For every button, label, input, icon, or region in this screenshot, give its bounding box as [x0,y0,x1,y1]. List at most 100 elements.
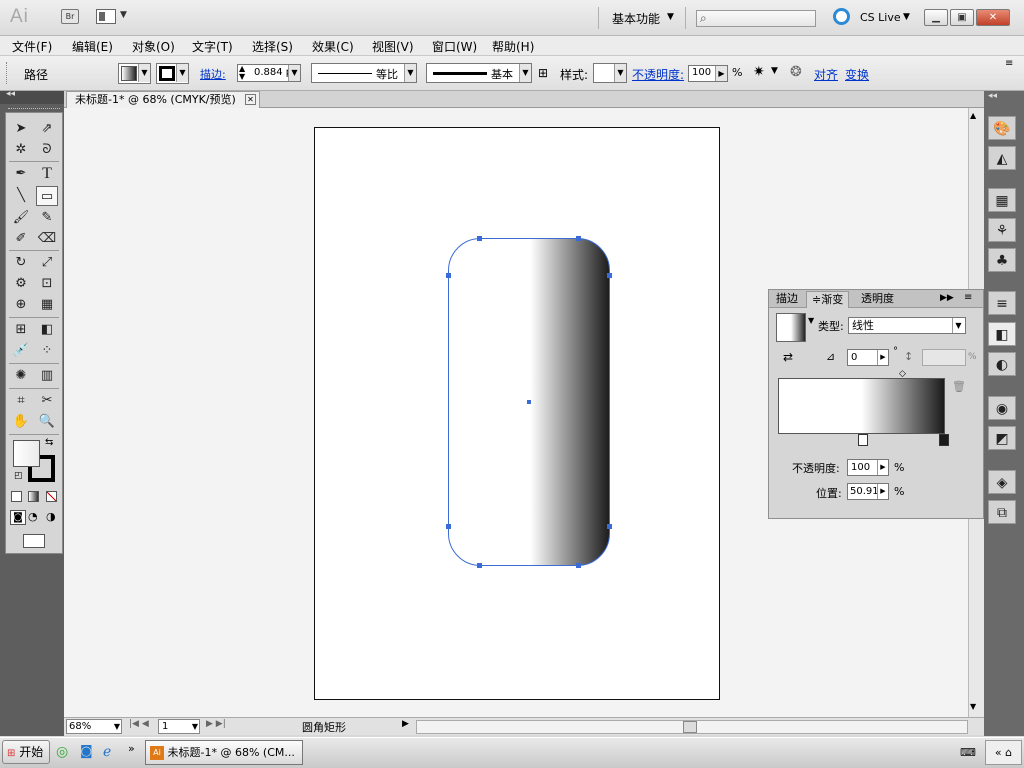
chrome-icon[interactable]: ◎ [56,744,68,760]
menu-select[interactable]: 选择(S) [252,38,293,55]
rotate-tool-icon[interactable]: ↻ [10,253,32,273]
tools-grip[interactable] [8,108,60,111]
pencil-tool-icon[interactable]: ✎ [36,208,58,228]
menu-object[interactable]: 对象(O) [132,38,175,55]
horizontal-scrollbar[interactable] [416,720,968,734]
artboard-number-field[interactable]: 1 ▼ [158,719,200,734]
fill-swatch[interactable]: ▼ [118,63,151,84]
screen-mode-icon[interactable] [23,534,45,548]
gradient-thumbnail[interactable] [776,313,806,342]
none-mode-icon[interactable] [46,491,57,502]
chevron-down-icon[interactable]: ▼ [667,12,674,22]
more-icon[interactable]: » [128,742,135,755]
menu-help[interactable]: 帮助(H) [492,38,534,55]
cs-live-icon[interactable] [833,8,850,25]
warp-tool-icon[interactable]: ⚙ [10,274,32,294]
ie-icon[interactable]: ℯ [103,744,111,760]
gradient-type-select[interactable]: 线性 ▼ [848,317,966,334]
menu-type[interactable]: 文字(T) [192,38,233,55]
stroke-link[interactable]: 描边: [200,66,226,82]
close-button[interactable]: ✕ [976,9,1010,26]
blob-brush-tool-icon[interactable]: ✐ [10,229,32,249]
brush-definition[interactable]: 基本 ▼ [426,63,532,83]
chevron-down-icon[interactable]: ▼ [952,318,964,333]
close-icon[interactable]: ✕ [245,94,256,105]
chevron-down-icon[interactable]: ▼ [614,64,626,82]
default-colors-icon[interactable]: ◰ [14,471,23,481]
stroke-panel-icon[interactable]: ≡ [988,291,1016,315]
arrange-documents-icon[interactable] [96,9,116,24]
cs-live-button[interactable]: CS Live [860,11,901,24]
artboards-panel-icon[interactable]: ⧉ [988,500,1016,524]
stepper-icon[interactable]: ▲ ▼ [239,65,245,81]
stop-opacity-field[interactable]: 100 ▶ [847,459,889,476]
rounded-rectangle-artwork[interactable] [440,230,620,575]
lasso-tool-icon[interactable]: ᘐ [36,140,58,160]
column-graph-tool-icon[interactable]: ▥ [36,366,58,386]
gradient-slider[interactable] [778,378,945,434]
selection-tool-icon[interactable]: ➤ [10,119,32,139]
chevron-down-icon[interactable]: ▼ [519,64,531,82]
hand-tool-icon[interactable]: ✋ [10,412,32,432]
chevron-down-icon[interactable]: ▼ [808,316,814,325]
paintbrush-tool-icon[interactable]: 🖌 [10,208,32,228]
pen-tool-icon[interactable]: ✒ [10,164,32,184]
chevron-down-icon[interactable]: ▼ [192,720,198,733]
slice-tool-icon[interactable]: ✂ [36,391,58,411]
draw-normal-icon[interactable]: ◙ [10,510,26,525]
fill-box-front[interactable] [13,440,40,467]
stroke-weight-field[interactable]: ▲ ▼ 0.884 p ▼ [237,64,301,82]
free-transform-tool-icon[interactable]: ⊡ [36,274,58,294]
next-artboard-icon[interactable]: ▶ ▶| [206,719,226,729]
zoom-tool-icon[interactable]: 🔍 [36,412,58,432]
restore-button[interactable]: ▣ [950,9,974,26]
global-icon[interactable]: ❂ [790,64,802,80]
stroke-swatch[interactable]: ▼ [156,63,189,84]
line-tool-icon[interactable]: ╲ [10,186,32,206]
shape-builder-tool-icon[interactable]: ⊕ [10,295,32,315]
eraser-tool-icon[interactable]: ⌫ [36,229,58,249]
triangle-right-icon[interactable]: ▶ [877,350,888,365]
menu-view[interactable]: 视图(V) [372,38,414,55]
gradient-mode-icon[interactable] [28,491,39,502]
graphic-style-swatch[interactable]: ▼ [593,63,627,83]
symbol-sprayer-tool-icon[interactable]: ✺ [10,366,32,386]
tab-stroke[interactable]: 描边 [771,291,803,308]
gradient-stop-white[interactable] [858,434,868,446]
menu-edit[interactable]: 编辑(E) [72,38,113,55]
magic-wand-tool-icon[interactable]: ✲ [10,140,32,160]
panel-menu-icon[interactable]: ≡ [964,292,972,303]
search-input[interactable] [696,10,816,27]
document-tab[interactable]: 未标题-1* @ 68% (CMYK/预览) ✕ [66,91,260,108]
scale-tool-icon[interactable]: ⤢ [36,253,58,273]
workspace-switcher[interactable]: 基本功能 [612,10,660,27]
collapse-panel-icon[interactable]: ▶▶ [940,293,954,303]
gradient-panel-icon[interactable]: ◧ [988,322,1016,346]
chevron-down-icon[interactable]: ▼ [114,720,120,733]
angle-field[interactable]: 0 ▶ [847,349,889,366]
tab-transparency[interactable]: 透明度 [856,291,899,308]
scroll-down-icon[interactable]: ▼ [970,702,976,711]
grip-handle[interactable] [6,62,9,84]
chevron-down-icon[interactable]: ▼ [404,64,416,82]
opacity-link[interactable]: 不透明度: [632,66,684,83]
align-link[interactable]: 对齐 [814,66,838,83]
first-artboard-icon[interactable]: |◀ ◀ [129,719,149,729]
panel-menu-icon[interactable]: ≡ [1005,58,1013,69]
expand-panels-icon[interactable]: ◂◂ [988,91,997,101]
start-button[interactable]: ⊞ 开始 [2,740,50,764]
blend-tool-icon[interactable]: ⁘ [36,341,58,361]
graphic-style-icon[interactable]: ⊞ [538,66,548,80]
menu-effect[interactable]: 效果(C) [312,38,354,55]
eyedropper-tool-icon[interactable]: 💉 [10,341,32,361]
transform-link[interactable]: 变换 [845,66,869,83]
recolor-artwork-icon[interactable]: ✷ [753,64,765,80]
swap-fill-stroke-icon[interactable]: ⇆ [45,437,53,448]
scroll-up-icon[interactable]: ▲ [970,111,976,120]
swatches-panel-icon[interactable]: ▦ [988,188,1016,212]
bridge-button[interactable]: Br [61,9,79,24]
tray-expand-icon[interactable]: « ⌂ [985,740,1022,765]
direct-selection-tool-icon[interactable]: ⇗ [36,119,58,139]
chevron-down-icon[interactable]: ▼ [120,10,127,20]
chevron-down-icon[interactable]: ▼ [138,64,150,82]
